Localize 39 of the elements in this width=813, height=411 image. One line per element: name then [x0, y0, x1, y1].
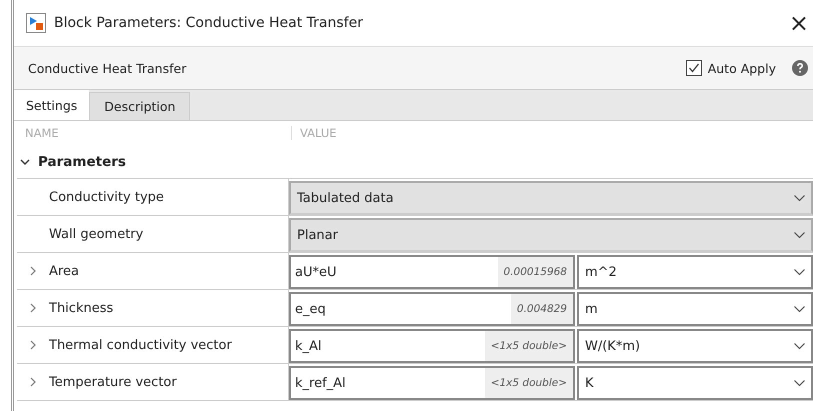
unit-dropdown[interactable]: m	[577, 292, 813, 326]
column-header: NAME	[17, 126, 292, 140]
evaluated-value: 0.004829	[510, 294, 573, 324]
caret-icon	[794, 268, 805, 276]
dropdown[interactable]: Tabulated data	[289, 181, 813, 215]
evaluated-value: <1x5 double>	[484, 331, 573, 361]
dropdown[interactable]: Planar	[289, 218, 813, 252]
value-field[interactable]: aU*eU 0.00015968	[289, 255, 575, 289]
caret-icon	[794, 380, 805, 386]
block-name: Conductive Heat Transfer	[28, 60, 186, 76]
evaluated-value: <1x5 double>	[484, 368, 573, 398]
auto-apply-checkbox[interactable]	[686, 60, 702, 76]
parameter-name: Thickness	[49, 300, 114, 316]
value-field[interactable]: k_Al <1x5 double>	[289, 329, 575, 363]
parameter-name: Temperature vector	[49, 374, 177, 390]
section-title: Parameters	[38, 154, 126, 170]
unit-dropdown[interactable]: W/(K*m)	[577, 329, 813, 363]
value-field[interactable]: k_ref_Al <1x5 double>	[289, 366, 575, 400]
tab[interactable]: Settings	[14, 90, 90, 120]
caret-icon	[794, 306, 805, 312]
block-icon	[26, 13, 46, 33]
help-icon[interactable]	[792, 60, 808, 76]
unit-dropdown[interactable]: m^2	[577, 255, 813, 289]
caret-icon	[794, 232, 805, 238]
value-field[interactable]: e_eq 0.004829	[289, 292, 575, 326]
parameter-name: Conductivity type	[49, 190, 164, 204]
tab[interactable]: Description	[89, 92, 190, 120]
window-title: Block Parameters: Conductive Heat Transfer	[54, 15, 363, 31]
auto-apply-label[interactable]: Auto Apply	[708, 60, 776, 76]
parameter-name: Wall geometry	[49, 226, 144, 242]
caret-icon	[794, 194, 805, 202]
close-button[interactable]: ×	[784, 11, 813, 35]
column-header: VALUE	[299, 126, 337, 140]
unit-dropdown[interactable]: K	[577, 366, 813, 400]
parameter-name: Thermal conductivity vector	[49, 338, 232, 352]
chevron-icon[interactable]	[20, 156, 30, 166]
parameter-name: Area	[49, 264, 79, 278]
evaluated-value: 0.00015968	[498, 257, 573, 287]
caret-icon	[794, 342, 805, 350]
